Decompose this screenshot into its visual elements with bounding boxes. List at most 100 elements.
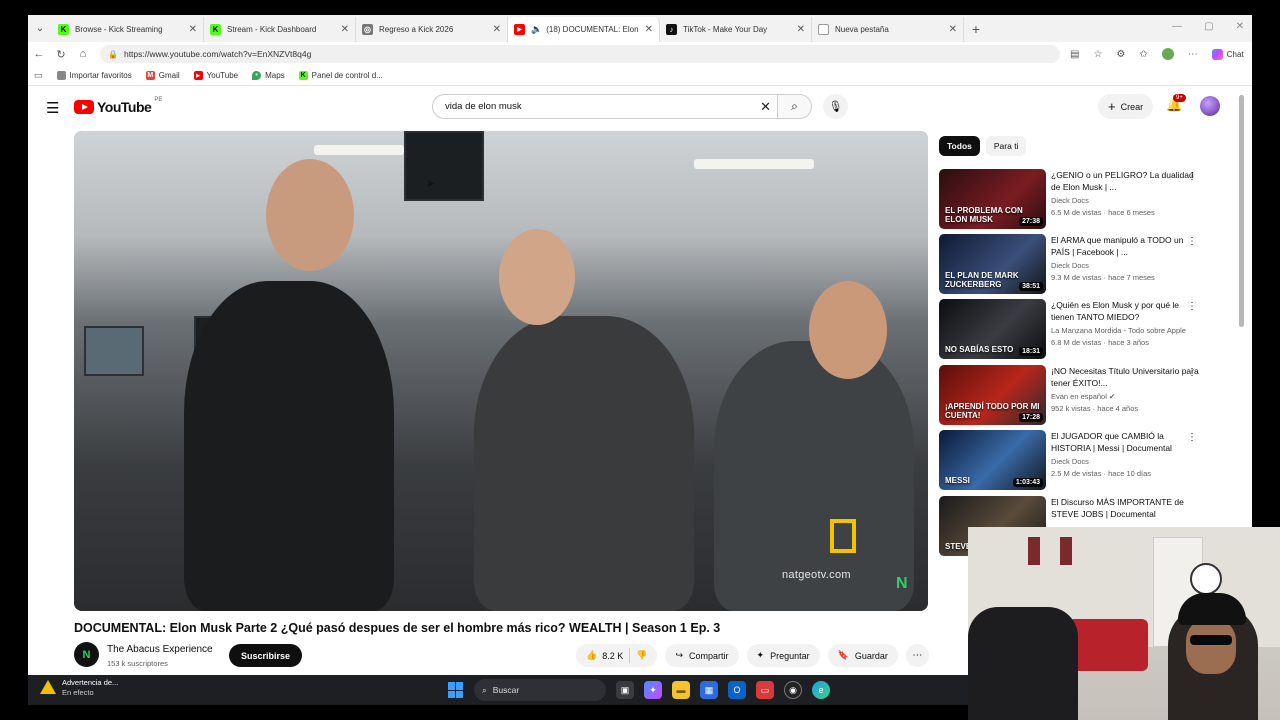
- close-icon[interactable]: ✕: [645, 24, 653, 35]
- file-explorer-icon[interactable]: ▬: [672, 681, 690, 699]
- app-icon[interactable]: ▭: [756, 681, 774, 699]
- close-icon[interactable]: ✕: [797, 24, 805, 35]
- profile-icon[interactable]: [1161, 48, 1174, 60]
- new-tab-button[interactable]: +: [964, 17, 988, 42]
- share-button[interactable]: ↪ Compartir: [665, 644, 739, 667]
- tab-groups-icon[interactable]: ▭: [34, 70, 43, 81]
- kebab-menu-icon[interactable]: ⋮: [1187, 171, 1197, 182]
- home-icon[interactable]: ⌂: [72, 48, 94, 60]
- windows-start-icon[interactable]: [448, 682, 464, 698]
- bookmark-youtube[interactable]: ▶ YouTube: [193, 71, 238, 80]
- recommendation-item[interactable]: ¡APRENDÍ TODO POR MI CUENTA! 17:28 ¡NO N…: [939, 365, 1229, 425]
- gaming-chair: [968, 607, 1078, 720]
- more-icon[interactable]: ⋯: [1188, 49, 1198, 60]
- kebab-menu-icon[interactable]: ⋮: [1187, 301, 1197, 312]
- recommendation-item[interactable]: NO SABÍAS ESTO 18:31 ¿Quién es Elon Musk…: [939, 299, 1229, 359]
- warning-notification[interactable]: Advertencia de... En efecto: [40, 678, 118, 698]
- reload-icon[interactable]: ↻: [50, 48, 72, 61]
- bookmark-maps[interactable]: • Maps: [252, 71, 285, 80]
- recommendation-item[interactable]: EL PLAN DE MARK ZUCKERBERG 38:51 El ARMA…: [939, 234, 1229, 294]
- recommendation-title[interactable]: ¡NO Necesitas Título Universitario para …: [1051, 365, 1201, 389]
- recommendation-item[interactable]: MESSI 1:03:43 El JUGADOR que CAMBIÓ la H…: [939, 430, 1229, 490]
- recommendation-channel[interactable]: La Manzana Mordida - Todo sobre Apple: [1051, 326, 1186, 335]
- close-icon[interactable]: ✕: [189, 24, 197, 35]
- taskbar-search-placeholder: Buscar: [492, 685, 520, 695]
- person-center: [474, 316, 694, 611]
- speaker-icon[interactable]: 🔈: [531, 24, 542, 35]
- chip-todos[interactable]: Todos: [939, 136, 980, 156]
- copilot-chat-button[interactable]: Chat: [1211, 48, 1244, 60]
- save-button[interactable]: 🔖 Guardar: [827, 644, 898, 667]
- close-icon[interactable]: ✕: [493, 24, 501, 35]
- recommendation-title[interactable]: El Discurso MÁS IMPORTANTE de STEVE JOBS…: [1051, 496, 1201, 520]
- favorites-icon[interactable]: ✩: [1139, 49, 1147, 60]
- kebab-menu-icon[interactable]: ⋮: [1187, 432, 1197, 443]
- video-player[interactable]: ➤ natgeotv.com N: [74, 131, 928, 611]
- obs-icon[interactable]: ◉: [784, 681, 802, 699]
- tab-actions-menu[interactable]: ⌄: [28, 15, 52, 42]
- page-scrollbar[interactable]: [1239, 95, 1244, 327]
- tab-tiktok[interactable]: ♪ TikTok - Make Your Day ✕: [660, 17, 812, 42]
- clear-search-icon[interactable]: ✕: [760, 99, 771, 115]
- close-icon[interactable]: ✕: [949, 24, 957, 35]
- kebab-menu-icon[interactable]: ⋮: [1187, 367, 1197, 378]
- tab-youtube-documental[interactable]: ▶ 🔈 (18) DOCUMENTAL: Elon Musk ✕: [508, 17, 660, 42]
- channel-name[interactable]: The Abacus Experience: [107, 644, 213, 655]
- recommendation-title[interactable]: ¿Quién es Elon Musk y por qué le tienen …: [1051, 299, 1201, 323]
- search-input[interactable]: vida de elon musk ✕: [432, 94, 778, 119]
- kebab-menu-icon[interactable]: ⋮: [1187, 236, 1197, 247]
- search-button[interactable]: ⌕: [778, 94, 812, 119]
- close-window-icon[interactable]: ✕: [1236, 21, 1244, 32]
- recommendation-channel[interactable]: Dieck Docs: [1051, 196, 1089, 205]
- person-left: [184, 281, 394, 611]
- menu-icon[interactable]: ☰: [46, 99, 59, 117]
- taskbar-search[interactable]: ⌕ Buscar: [474, 679, 606, 701]
- chip-para-ti[interactable]: Para ti: [985, 136, 1027, 156]
- recommendation-item[interactable]: EL PROBLEMA CON ELON MUSK 27:38 ¿GENIO o…: [939, 169, 1229, 229]
- lock-icon[interactable]: 🔒: [108, 50, 118, 59]
- channel-avatar[interactable]: N: [74, 642, 99, 667]
- back-icon[interactable]: ←: [28, 48, 50, 60]
- recommendation-title[interactable]: El JUGADOR que CAMBIÓ la HISTORIA | Mess…: [1051, 430, 1201, 454]
- task-view-icon[interactable]: ▣: [616, 681, 634, 699]
- tab-kick-dashboard[interactable]: K Stream - Kick Dashboard ✕: [204, 17, 356, 42]
- thumbnail-caption: MESSI: [945, 476, 970, 485]
- copilot-app-icon[interactable]: ✦: [644, 681, 662, 699]
- recommendation-thumbnail[interactable]: MESSI 1:03:43: [939, 430, 1046, 490]
- more-actions-icon[interactable]: ⋯: [905, 644, 929, 667]
- tab-kick-browse[interactable]: K Browse - Kick Streaming ✕: [52, 17, 204, 42]
- address-bar[interactable]: 🔒 https://www.youtube.com/watch?v=EnXNZV…: [100, 45, 1060, 63]
- bookmark-gmail[interactable]: M Gmail: [145, 71, 180, 80]
- subscribe-button[interactable]: Suscribirse: [229, 644, 303, 667]
- favorite-star-icon[interactable]: ☆: [1093, 49, 1102, 60]
- recommendation-channel[interactable]: Dieck Docs: [1051, 261, 1089, 270]
- reader-mode-icon[interactable]: ▤: [1070, 49, 1079, 60]
- like-button[interactable]: 👍 8.2 K: [586, 650, 623, 661]
- video-watermark: natgeotv.com: [782, 569, 851, 581]
- youtube-logo[interactable]: YouTube PE: [74, 97, 162, 115]
- recommendation-title[interactable]: El ARMA que manipuló a TODO un PAÍS | Fa…: [1051, 234, 1201, 258]
- recommendation-channel[interactable]: Evan en español ✔: [1051, 392, 1115, 401]
- recommendation-thumbnail[interactable]: EL PROBLEMA CON ELON MUSK 27:38: [939, 169, 1046, 229]
- recommendation-channel[interactable]: Dieck Docs: [1051, 457, 1089, 466]
- bookmark-kick-panel[interactable]: K Panel de control d...: [298, 71, 383, 80]
- thumbs-down-icon[interactable]: 👎: [636, 650, 647, 661]
- store-icon[interactable]: ▦: [700, 681, 718, 699]
- recommendation-thumbnail[interactable]: NO SABÍAS ESTO 18:31: [939, 299, 1046, 359]
- voice-search-button[interactable]: 🎙: [823, 94, 848, 119]
- account-avatar[interactable]: [1200, 96, 1220, 116]
- extensions-icon[interactable]: ⚙: [1116, 49, 1125, 60]
- tab-new[interactable]: Nueva pestaña ✕: [812, 17, 964, 42]
- recommendation-title[interactable]: ¿GENIO o un PELIGRO? La dualidad de Elon…: [1051, 169, 1201, 193]
- bookmark-import[interactable]: Importar favoritos: [56, 71, 132, 80]
- maximize-icon[interactable]: ▢: [1204, 21, 1213, 32]
- minimize-icon[interactable]: —: [1172, 21, 1182, 32]
- recommendation-thumbnail[interactable]: EL PLAN DE MARK ZUCKERBERG 38:51: [939, 234, 1046, 294]
- recommendation-thumbnail[interactable]: ¡APRENDÍ TODO POR MI CUENTA! 17:28: [939, 365, 1046, 425]
- outlook-icon[interactable]: O: [728, 681, 746, 699]
- tab-regreso-kick[interactable]: ◎ Regreso a Kick 2026 ✕: [356, 17, 508, 42]
- close-icon[interactable]: ✕: [341, 24, 349, 35]
- create-button[interactable]: + Crear: [1098, 94, 1154, 119]
- ask-button[interactable]: ✦ Preguntar: [746, 644, 820, 667]
- edge-browser-icon[interactable]: e: [812, 681, 830, 699]
